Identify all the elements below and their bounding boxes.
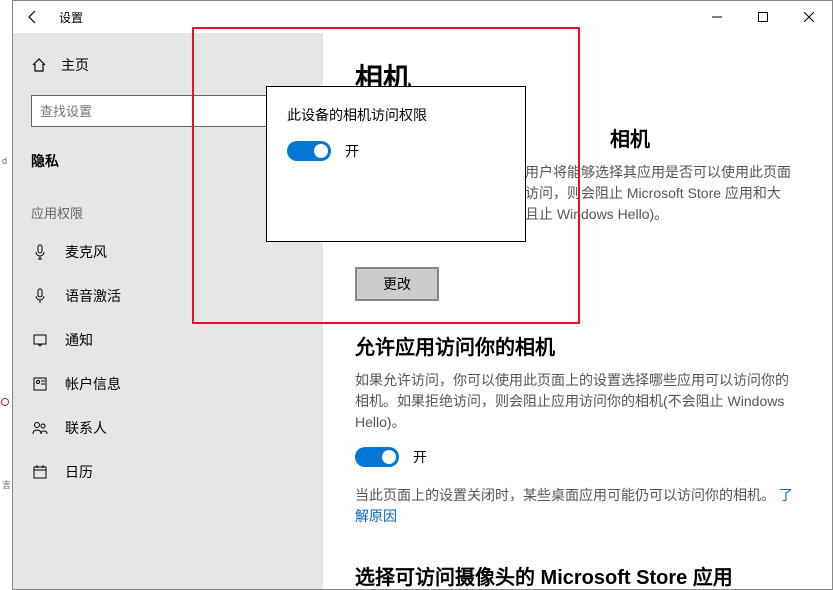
- sidebar-item-calendar[interactable]: 日历: [13, 450, 323, 494]
- search-input[interactable]: [40, 104, 280, 119]
- sidebar-item-voice-activation[interactable]: 语音激活: [13, 274, 323, 318]
- sidebar-item-account-info[interactable]: 帐户信息: [13, 362, 323, 406]
- microphone-icon: [32, 244, 48, 260]
- sidebar-item-label: 联系人: [65, 418, 107, 438]
- contacts-icon: [32, 420, 48, 436]
- maximize-icon: [758, 12, 768, 22]
- modal-title: 此设备的相机访问权限: [287, 105, 505, 125]
- allow-apps-toggle-label: 开: [413, 447, 427, 467]
- search-box[interactable]: [31, 95, 305, 127]
- device-camera-toggle[interactable]: [287, 141, 331, 161]
- titlebar: 设置: [13, 1, 832, 33]
- minimize-icon: [712, 12, 722, 22]
- section3-heading: 选择可访问摄像头的 Microsoft Store 应用: [355, 561, 800, 589]
- allow-apps-toggle[interactable]: [355, 447, 399, 467]
- section2-body: 如果允许访问，你可以使用此页面上的设置选择哪些应用可以访问你的相机。如果拒绝访问…: [355, 370, 800, 433]
- window-title: 设置: [59, 9, 83, 26]
- sidebar-item-notifications[interactable]: 通知: [13, 318, 323, 362]
- device-camera-toggle-label: 开: [345, 141, 359, 161]
- close-button[interactable]: [786, 1, 832, 33]
- minimize-button[interactable]: [694, 1, 740, 33]
- calendar-icon: [32, 464, 48, 480]
- close-icon: [804, 12, 814, 22]
- notification-icon: [32, 332, 48, 348]
- section2-heading: 允许应用访问你的相机: [355, 331, 800, 360]
- sidebar-item-label: 帐户信息: [65, 374, 121, 394]
- maximize-button[interactable]: [740, 1, 786, 33]
- sidebar-item-label: 通知: [65, 330, 93, 350]
- sidebar-item-label: 语音激活: [65, 286, 121, 306]
- change-button[interactable]: 更改: [355, 267, 439, 301]
- voice-icon: [32, 288, 48, 304]
- sidebar-home-label: 主页: [61, 55, 89, 75]
- sidebar-home[interactable]: 主页: [13, 45, 323, 85]
- sidebar-item-label: 麦克风: [65, 242, 107, 262]
- home-icon: [31, 57, 47, 73]
- section2-footer: 当此页面上的设置关闭时，某些桌面应用可能仍可以访问你的相机。 了解原因: [355, 485, 800, 527]
- sidebar-item-label: 日历: [65, 462, 93, 482]
- camera-access-modal: 此设备的相机访问权限 开: [266, 86, 526, 242]
- account-icon: [32, 376, 48, 392]
- sidebar-item-contacts[interactable]: 联系人: [13, 406, 323, 450]
- arrow-left-icon: [25, 9, 41, 25]
- back-button[interactable]: [13, 1, 53, 33]
